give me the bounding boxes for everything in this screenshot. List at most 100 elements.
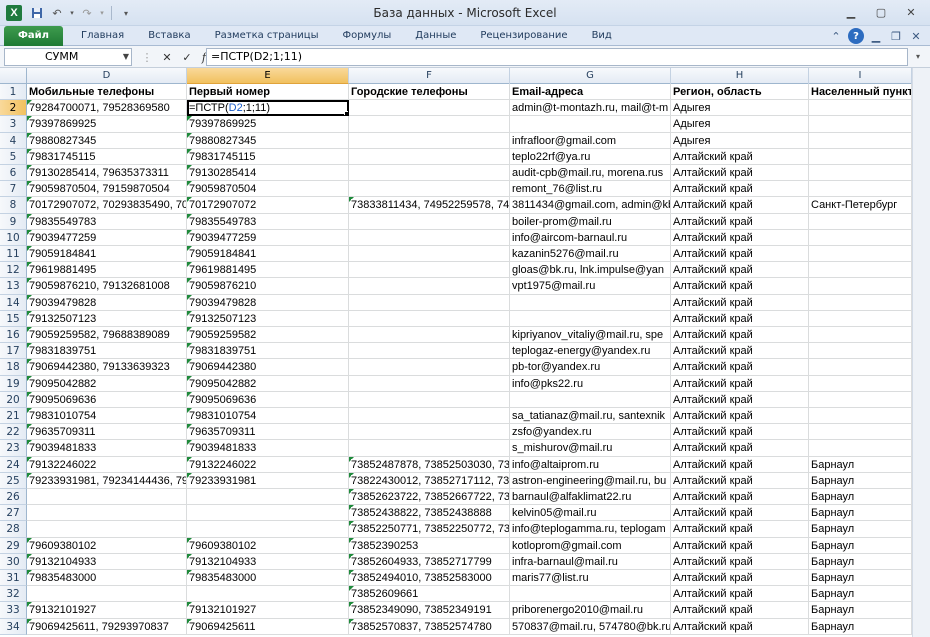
cell-h[interactable]: Алтайский край (671, 440, 809, 457)
cell-g[interactable]: maris77@list.ru (510, 570, 671, 587)
cell-h[interactable]: Алтайский край (671, 424, 809, 441)
cell-e[interactable]: 79095069636 (187, 391, 349, 408)
cell-d[interactable]: 79609380102 (27, 537, 187, 554)
row-header[interactable]: 5 (0, 148, 27, 165)
cell-d[interactable]: 79831745115 (27, 148, 187, 165)
cell-i[interactable] (809, 229, 912, 246)
cell-f[interactable] (349, 148, 510, 165)
cell-h[interactable]: Алтайский край (671, 181, 809, 198)
cell-e[interactable]: 79130285414 (187, 165, 349, 182)
close-icon[interactable]: ✕ (896, 2, 926, 22)
worksheet-grid[interactable]: D E F G H I 1 Мобильные телефоны Первый но… (0, 68, 930, 637)
cell-g[interactable]: 570837@mail.ru, 574780@bk.ru (510, 618, 671, 635)
row-header[interactable]: 14 (0, 294, 27, 311)
cell-f[interactable] (349, 262, 510, 279)
cell-f[interactable]: 73833811434, 74952259578, 7495 (349, 197, 510, 214)
maximize-icon[interactable]: ▢ (866, 2, 896, 22)
cell-d[interactable]: 79835549783 (27, 213, 187, 230)
cell-g[interactable]: s_mishurov@mail.ru (510, 440, 671, 457)
column-header-i[interactable]: I (809, 68, 912, 84)
cell-i[interactable] (809, 343, 912, 360)
cell-h[interactable]: Адыгея (671, 100, 809, 117)
header-cell-d[interactable]: Мобильные телефоны (27, 84, 187, 101)
row-header[interactable]: 15 (0, 310, 27, 327)
cell-e[interactable]: 79132101927 (187, 602, 349, 619)
cell-i[interactable] (809, 294, 912, 311)
cell-g[interactable]: info@aircom-barnaul.ru (510, 229, 671, 246)
cell-e[interactable]: 79397869925 (187, 116, 349, 133)
row-header[interactable]: 13 (0, 278, 27, 295)
cell-h[interactable]: Алтайский край (671, 294, 809, 311)
cell-i[interactable]: Барнаул (809, 456, 912, 473)
cell-i[interactable] (809, 148, 912, 165)
tab-formulas[interactable]: Формулы (330, 26, 403, 46)
cell-e[interactable]: 79635709311 (187, 424, 349, 441)
cell-i[interactable]: Барнаул (809, 602, 912, 619)
cell-d[interactable]: 79835483000 (27, 570, 187, 587)
cell-e[interactable]: 79132246022 (187, 456, 349, 473)
cell-g[interactable]: kazanin5276@mail.ru (510, 246, 671, 263)
row-header[interactable]: 31 (0, 570, 27, 587)
cell-i[interactable] (809, 359, 912, 376)
name-box[interactable]: СУММ ▼ (4, 48, 132, 66)
tab-insert[interactable]: Вставка (136, 26, 202, 46)
cell-i[interactable] (809, 116, 912, 133)
row-header[interactable]: 25 (0, 472, 27, 489)
cell-g[interactable]: boiler-prom@mail.ru (510, 213, 671, 230)
cell-g[interactable]: teplogaz-energy@yandex.ru (510, 343, 671, 360)
cell-h[interactable]: Алтайский край (671, 553, 809, 570)
row-header[interactable]: 34 (0, 618, 27, 635)
cell-i[interactable]: Барнаул (809, 489, 912, 506)
cell-e[interactable]: 79095042882 (187, 375, 349, 392)
cell-d[interactable]: 79132101927 (27, 602, 187, 619)
cell-i[interactable] (809, 424, 912, 441)
cell-g[interactable] (510, 116, 671, 133)
cell-i[interactable] (809, 132, 912, 149)
cell-f[interactable]: 73822430012, 73852717112, 7391 (349, 472, 510, 489)
cell-d[interactable]: 79069442380, 79133639323 (27, 359, 187, 376)
cell-h[interactable]: Алтайский край (671, 310, 809, 327)
cell-f[interactable] (349, 165, 510, 182)
tab-home[interactable]: Главная (69, 26, 136, 46)
formula-input[interactable]: =ПСТР(D2;1;11) (206, 48, 908, 66)
cell-i[interactable] (809, 181, 912, 198)
cell-f[interactable] (349, 181, 510, 198)
cell-g[interactable]: remont_76@list.ru (510, 181, 671, 198)
cell-h[interactable]: Алтайский край (671, 456, 809, 473)
row-header[interactable]: 19 (0, 375, 27, 392)
cell-d[interactable]: 79284700071, 79528369580 (27, 100, 187, 117)
header-cell-g[interactable]: Email-адреса (510, 84, 671, 101)
cell-d[interactable]: 79831839751 (27, 343, 187, 360)
row-header[interactable]: 22 (0, 424, 27, 441)
header-cell-f[interactable]: Городские телефоны (349, 84, 510, 101)
cell-d[interactable]: 79059184841 (27, 246, 187, 263)
cell-f[interactable]: 73852570837, 73852574780 (349, 618, 510, 635)
enter-icon[interactable]: ✓ (180, 51, 194, 64)
cell-d[interactable]: 79059870504, 79159870504 (27, 181, 187, 198)
cell-f[interactable] (349, 343, 510, 360)
cell-i[interactable] (809, 408, 912, 425)
cell-e[interactable]: 79831010754 (187, 408, 349, 425)
row-header[interactable]: 21 (0, 408, 27, 425)
cell-f[interactable] (349, 132, 510, 149)
row-header[interactable]: 16 (0, 327, 27, 344)
workbook-close-icon[interactable]: ✕ (908, 28, 924, 44)
cell-d[interactable]: 79880827345 (27, 132, 187, 149)
cell-i[interactable]: Барнаул (809, 618, 912, 635)
cell-g[interactable]: audit-cpb@mail.ru, morena.rus (510, 165, 671, 182)
row-header[interactable]: 6 (0, 165, 27, 182)
cell-h[interactable]: Адыгея (671, 116, 809, 133)
cell-h[interactable]: Алтайский край (671, 229, 809, 246)
cell-e[interactable]: 79233931981 (187, 472, 349, 489)
cell-f[interactable]: 73852390253 (349, 537, 510, 554)
tab-data[interactable]: Данные (403, 26, 468, 46)
cell-d[interactable]: 79132104933 (27, 553, 187, 570)
cell-f[interactable] (349, 359, 510, 376)
cell-d[interactable]: 79619881495 (27, 262, 187, 279)
cell-f[interactable]: 73852494010, 73852583000 (349, 570, 510, 587)
header-cell-i[interactable]: Населенный пункт (809, 84, 912, 101)
row-header[interactable]: 28 (0, 521, 27, 538)
cell-g[interactable] (510, 586, 671, 603)
cell-g[interactable]: kelvin05@mail.ru (510, 505, 671, 522)
cell-h[interactable]: Алтайский край (671, 343, 809, 360)
